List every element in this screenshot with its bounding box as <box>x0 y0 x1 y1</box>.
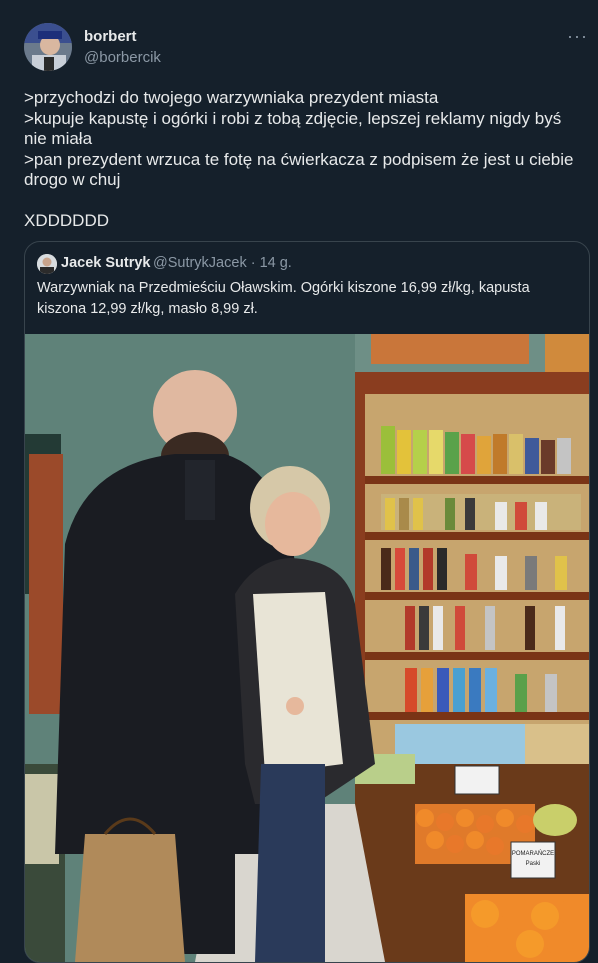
quoted-author-name[interactable]: Jacek Sutryk <box>61 255 150 271</box>
quoted-tweet-photo[interactable]: POMARAŃCZE Paski <box>25 334 589 962</box>
author-name[interactable]: borbert <box>84 28 137 45</box>
quoted-author-handle[interactable]: @SutrykJacek · 14 g. <box>153 255 292 271</box>
quoted-author-avatar[interactable] <box>37 254 57 274</box>
quoted-avatar-image <box>37 254 57 274</box>
photo-sign-oranges-sub: Paski <box>526 861 541 867</box>
author-avatar[interactable] <box>24 23 72 71</box>
tweet-text: >przychodzi do twojego warzywniaka prezy… <box>24 88 574 230</box>
photo-image: POMARAŃCZE Paski <box>25 334 589 962</box>
quoted-tweet[interactable]: Jacek Sutryk @SutrykJacek · 14 g. Warzyw… <box>24 241 590 963</box>
photo-sign-oranges: POMARAŃCZE <box>512 850 554 857</box>
avatar-image <box>24 23 72 71</box>
quoted-tweet-text: Warzywniak na Przedmieściu Oławskim. Ogó… <box>37 280 530 317</box>
more-options-icon[interactable]: ··· <box>567 26 588 47</box>
author-handle[interactable]: @borbercik <box>84 49 161 66</box>
